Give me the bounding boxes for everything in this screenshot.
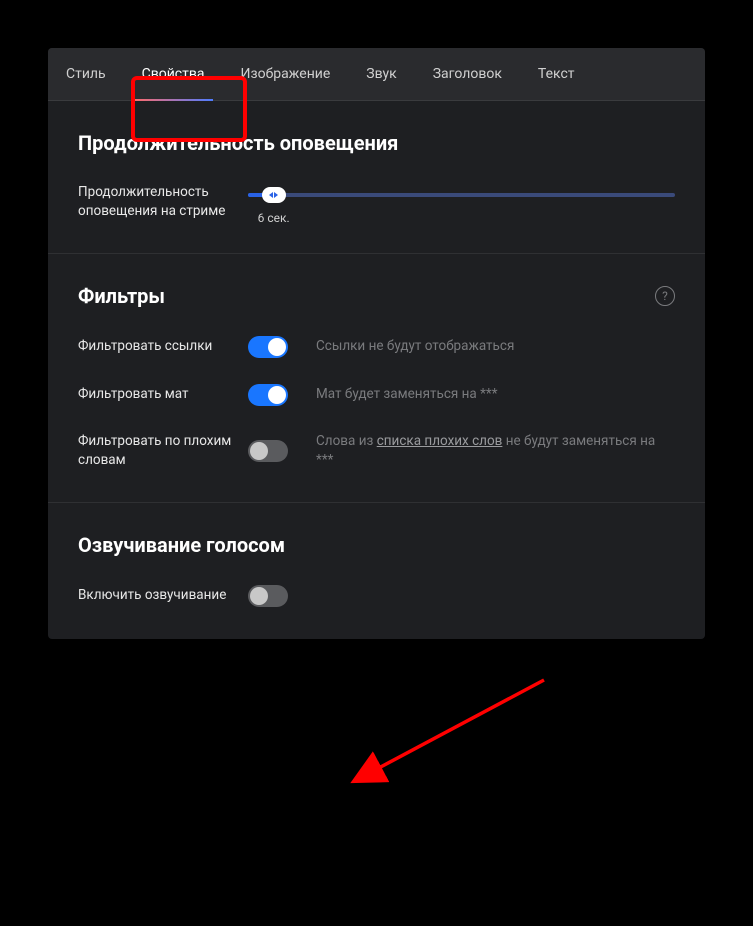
filter-row-links: Фильтровать ссылки Ссылки не будут отобр…	[78, 336, 675, 358]
filter-row-profanity: Фильтровать мат Мат будет заменяться на …	[78, 384, 675, 406]
tabs-bar: Стиль Свойства Изображение Звук Заголово…	[48, 48, 705, 101]
voice-row: Включить озвучивание	[78, 585, 675, 607]
filter-badwords-toggle[interactable]	[248, 440, 288, 462]
filter-links-desc: Ссылки не будут отображаться	[312, 337, 675, 356]
section-duration: Продолжительность оповещения Продолжител…	[48, 101, 705, 254]
slider-value-label: 6 сек.	[258, 211, 290, 225]
settings-panel: Стиль Свойства Изображение Звук Заголово…	[48, 48, 705, 639]
section-voice: Озвучивание голосом Включить озвучивание	[48, 503, 705, 639]
tab-sound[interactable]: Звук	[348, 48, 414, 100]
filter-badwords-desc: Слова из списка плохих слов не будут зам…	[312, 432, 675, 470]
filters-heading: Фильтры	[78, 284, 165, 308]
duration-slider[interactable]: 6 сек.	[248, 193, 675, 197]
filter-links-toggle[interactable]	[248, 336, 288, 358]
tab-style[interactable]: Стиль	[48, 48, 124, 100]
filter-row-badwords: Фильтровать по плохим словам Слова из сп…	[78, 432, 675, 470]
slider-thumb[interactable]	[262, 187, 286, 203]
tab-properties[interactable]: Свойства	[124, 48, 223, 100]
tab-title[interactable]: Заголовок	[415, 48, 520, 100]
voice-heading: Озвучивание голосом	[78, 533, 675, 557]
tab-image[interactable]: Изображение	[223, 48, 349, 100]
help-icon[interactable]: ?	[655, 286, 675, 306]
voice-toggle[interactable]	[248, 585, 288, 607]
filter-profanity-label: Фильтровать мат	[78, 385, 248, 404]
voice-label: Включить озвучивание	[78, 586, 248, 605]
filter-profanity-toggle[interactable]	[248, 384, 288, 406]
filter-badwords-label: Фильтровать по плохим словам	[78, 432, 248, 470]
section-filters: Фильтры ? Фильтровать ссылки Ссылки не б…	[48, 254, 705, 503]
bad-words-list-link[interactable]: списка плохих слов	[377, 433, 503, 449]
filter-profanity-desc: Мат будет заменяться на ***	[312, 385, 675, 404]
filter-links-label: Фильтровать ссылки	[78, 337, 248, 356]
tab-text[interactable]: Текст	[520, 48, 593, 100]
duration-heading: Продолжительность оповещения	[78, 131, 675, 155]
duration-label: Продолжительность оповещения на стриме	[78, 183, 248, 221]
